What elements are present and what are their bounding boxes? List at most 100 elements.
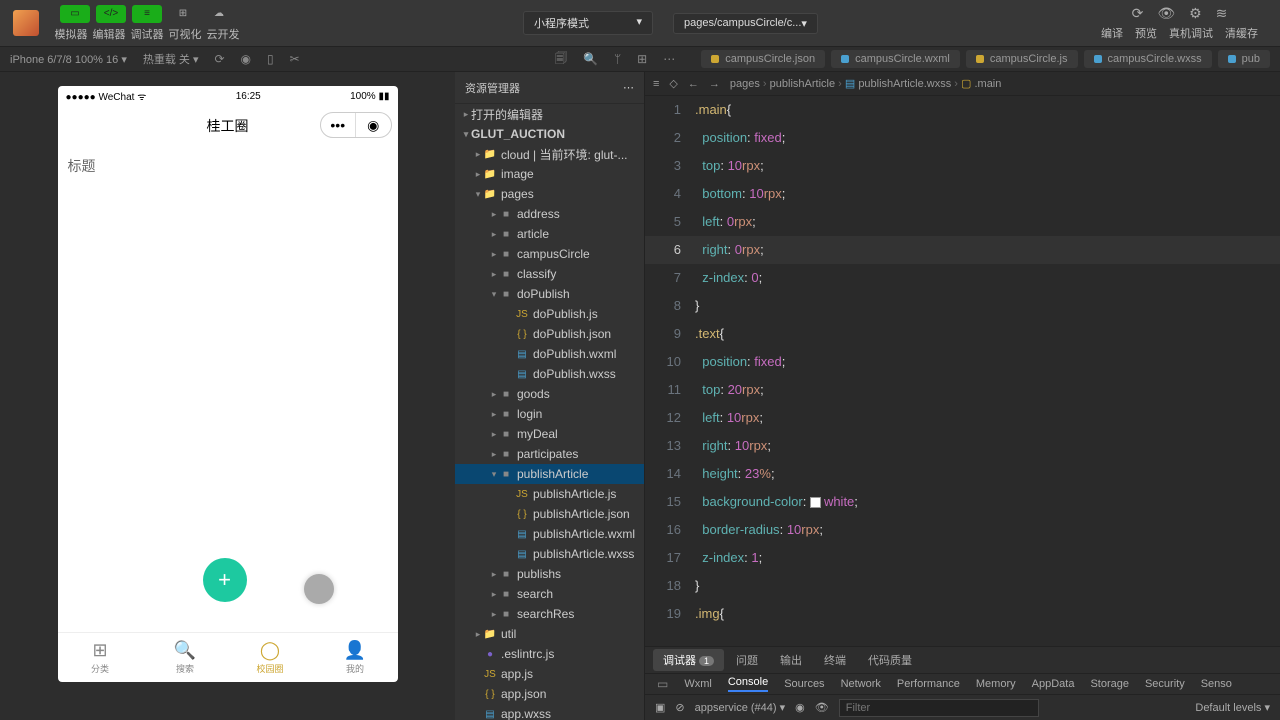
cut-icon[interactable]: ✂	[290, 52, 300, 66]
folder-item[interactable]: ▸■participates	[455, 444, 644, 464]
cdp-tab[interactable]: Wxml	[684, 678, 712, 690]
simulator-icon[interactable]: ▭	[60, 5, 90, 23]
app-logo-icon	[13, 10, 39, 36]
folder-item[interactable]: ▸■campusCircle	[455, 244, 644, 264]
code-area[interactable]: 1.main{2 position: fixed;3 top: 10rpx;4 …	[645, 96, 1280, 646]
select-element-icon[interactable]: ▭	[657, 677, 668, 691]
cdp-tab[interactable]: AppData	[1032, 678, 1075, 690]
phone-status-bar: ●●●●● WeChat ᯤ 16:25 100% ▮▮	[58, 86, 398, 106]
git-icon[interactable]: ᛘ	[614, 52, 621, 66]
device-selector[interactable]: iPhone 6/7/8 100% 16 ▾	[10, 53, 127, 66]
folder-item[interactable]: ▸📁image	[455, 164, 644, 184]
cloud-icon[interactable]: ☁	[204, 5, 234, 23]
add-fab-button[interactable]: +	[203, 558, 247, 602]
drag-handle-icon[interactable]	[304, 574, 334, 604]
search-icon[interactable]: 🔍	[583, 52, 598, 66]
log-levels-dropdown[interactable]: Default levels ▾	[1195, 701, 1270, 714]
folder-item[interactable]: ▾■doPublish	[455, 284, 644, 304]
cdp-tab[interactable]: Network	[841, 678, 881, 690]
cdp-tab[interactable]: Sources	[784, 678, 824, 690]
folder-item[interactable]: ▸■publishs	[455, 564, 644, 584]
folder-item[interactable]: ▸■address	[455, 204, 644, 224]
folder-item[interactable]: ▸■goods	[455, 384, 644, 404]
editor-tab[interactable]: campusCircle.json	[701, 50, 825, 68]
capsule-menu-icon[interactable]: •••	[321, 113, 356, 137]
folder-item[interactable]: ▸■article	[455, 224, 644, 244]
ext-icon[interactable]: ⊞	[637, 52, 647, 66]
file-item[interactable]: ▤app.wxss	[455, 704, 644, 720]
explorer-more-icon[interactable]: ⋯	[623, 81, 634, 94]
capsule-close-icon[interactable]: ◉	[355, 113, 391, 137]
devtools-tab[interactable]: 代码质量	[858, 649, 922, 671]
cdp-tab[interactable]: Security	[1145, 678, 1185, 690]
refresh-sim-icon[interactable]: ⟳	[214, 52, 224, 66]
open-editors-section[interactable]: ▸打开的编辑器	[455, 104, 644, 124]
clear-cache-icon[interactable]: ≋	[1216, 5, 1228, 22]
clear-console-icon[interactable]: ⊘	[675, 701, 684, 714]
file-item[interactable]: JSpublishArticle.js	[455, 484, 644, 504]
files-icon[interactable]: 🗐	[555, 49, 567, 70]
folder-item[interactable]: ▸■login	[455, 404, 644, 424]
editor-tab[interactable]: pub	[1218, 50, 1270, 68]
fwd-icon[interactable]: →	[709, 78, 720, 90]
devtools-tab[interactable]: 调试器1	[653, 649, 724, 671]
phone-tab-item[interactable]: ⊞分类	[58, 633, 143, 682]
page-path-dropdown[interactable]: pages/campusCircle/c...▾	[673, 13, 818, 34]
file-item[interactable]: ▤doPublish.wxss	[455, 364, 644, 384]
folder-item[interactable]: ▸■myDeal	[455, 424, 644, 444]
folder-item[interactable]: ▸■searchRes	[455, 604, 644, 624]
file-item[interactable]: ▤doPublish.wxml	[455, 344, 644, 364]
file-item[interactable]: ▤publishArticle.wxss	[455, 544, 644, 564]
file-item[interactable]: ▤publishArticle.wxml	[455, 524, 644, 544]
compile-mode-dropdown[interactable]: 小程序模式▾	[523, 11, 653, 35]
editor-tab[interactable]: campusCircle.js	[966, 50, 1078, 68]
refresh-icon[interactable]: ⟳	[1132, 5, 1144, 22]
project-root[interactable]: ▾GLUT_AUCTION	[455, 124, 644, 144]
phone-tab-item[interactable]: 🔍搜索	[143, 633, 228, 682]
phone-tab-item[interactable]: ◯校园圈	[228, 633, 313, 682]
remote-debug-icon[interactable]: ⚙	[1189, 5, 1202, 22]
more-icon[interactable]: ⋯	[663, 52, 675, 66]
devtools-tab[interactable]: 问题	[726, 649, 768, 671]
folder-item[interactable]: ▸■search	[455, 584, 644, 604]
editor-tab[interactable]: campusCircle.wxml	[831, 50, 960, 68]
folder-item[interactable]: ▾📁pages	[455, 184, 644, 204]
folder-item[interactable]: ▸📁cloud | 当前环境: glut-...	[455, 144, 644, 164]
cdp-tab[interactable]: Performance	[897, 678, 960, 690]
folder-item[interactable]: ▾■publishArticle	[455, 464, 644, 484]
file-item[interactable]: ●.eslintrc.js	[455, 644, 644, 664]
preview-icon[interactable]: 👁	[1157, 5, 1175, 22]
editor-tab[interactable]: campusCircle.wxss	[1084, 50, 1212, 68]
back-icon[interactable]: ←	[688, 78, 699, 90]
folder-item[interactable]: ▸■classify	[455, 264, 644, 284]
bookmark-icon[interactable]: ◇	[669, 77, 677, 90]
cdp-tab[interactable]: Storage	[1090, 678, 1129, 690]
file-item[interactable]: { }app.json	[455, 684, 644, 704]
file-item[interactable]: JSapp.js	[455, 664, 644, 684]
context-dropdown[interactable]: appservice (#44) ▾	[695, 701, 786, 714]
editor-icon[interactable]: </>	[96, 5, 126, 23]
cdp-tab[interactable]: Console	[728, 676, 768, 692]
phone-tab-item[interactable]: 👤我的	[313, 633, 398, 682]
cdp-tab[interactable]: Senso	[1201, 678, 1232, 690]
main-toolbar: ▭ </> ≡ ⊞ ☁ 模拟器 编辑器 调试器 可视化 云开发 小程序模式▾ p…	[0, 0, 1280, 46]
live-icon[interactable]: ◉	[795, 701, 805, 714]
eye-icon[interactable]: 👁	[815, 701, 829, 714]
title-input[interactable]: 标题	[68, 158, 96, 174]
filter-input[interactable]	[839, 699, 1039, 717]
devtools-tab[interactable]: 输出	[770, 649, 812, 671]
file-item[interactable]: { }publishArticle.json	[455, 504, 644, 524]
nav-btn-icon[interactable]: ≡	[653, 78, 659, 90]
folder-item[interactable]: ▸📁util	[455, 624, 644, 644]
devtools-tab[interactable]: 终端	[814, 649, 856, 671]
file-item[interactable]: { }doPublish.json	[455, 324, 644, 344]
debugger-icon[interactable]: ≡	[132, 5, 162, 23]
phone-frame-icon[interactable]: ▯	[267, 52, 274, 66]
visual-icon[interactable]: ⊞	[168, 5, 198, 23]
file-item[interactable]: JSdoPublish.js	[455, 304, 644, 324]
cloud-label: 云开发	[206, 26, 240, 42]
cdp-tab[interactable]: Memory	[976, 678, 1016, 690]
hot-reload-toggle[interactable]: 热重载 关 ▾	[143, 51, 199, 67]
record-icon[interactable]: ◉	[241, 52, 251, 66]
inspect-icon[interactable]: ▣	[655, 701, 665, 714]
